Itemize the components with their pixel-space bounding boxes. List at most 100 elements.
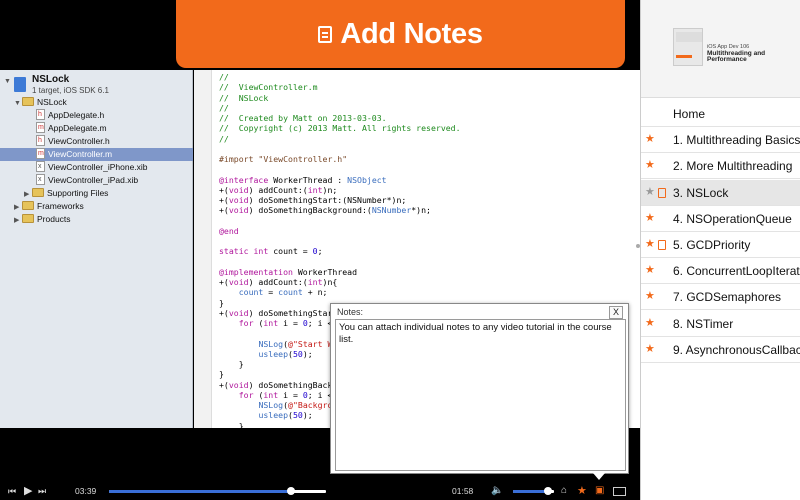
folder-icon	[32, 188, 44, 197]
notes-close-button[interactable]: X	[609, 306, 623, 319]
notes-textarea[interactable]: You can attach individual notes to any v…	[335, 319, 626, 471]
favorite-star-icon[interactable]: ★	[645, 238, 655, 250]
lesson-row[interactable]: ★ 7. GCDSemaphores	[641, 284, 800, 311]
tree-item-label: AppDelegate.h	[48, 110, 105, 120]
tree-file-appdelegate-h[interactable]: AppDelegate.h	[36, 108, 105, 122]
tree-file-iphone-xib[interactable]: ViewController_iPhone.xib	[36, 160, 148, 174]
favorite-star-icon[interactable]: ★	[645, 159, 655, 171]
home-icon[interactable]: ⌂	[561, 482, 567, 500]
project-name: NSLock	[32, 74, 70, 85]
tree-group-supporting-files[interactable]: ▶ Supporting Files	[24, 187, 108, 200]
lesson-label: 5. GCDPriority	[673, 238, 751, 252]
project-icon	[14, 77, 26, 92]
disclosure-triangle-icon[interactable]: ▼	[14, 97, 22, 110]
player-controls: ⏮ ▶ ⏭ 03:39 01:58 🔈 ⌂ ★ ▣	[0, 482, 640, 500]
note-document-icon	[318, 25, 333, 43]
play-icon[interactable]: ▶	[24, 482, 32, 500]
favorite-star-icon[interactable]: ★	[645, 133, 655, 145]
tree-group-frameworks[interactable]: ▶ Frameworks	[14, 200, 84, 213]
lesson-label: 6. ConcurrentLoopIteration	[673, 264, 800, 279]
favorite-star-icon[interactable]: ★	[645, 290, 655, 302]
banner-title: Add Notes	[340, 17, 483, 50]
notes-icon[interactable]: ▣	[595, 482, 604, 500]
tree-file-viewcontroller-h[interactable]: ViewController.h	[36, 134, 110, 148]
fullscreen-icon[interactable]	[613, 487, 626, 496]
tree-item-label: ViewController.m	[48, 149, 113, 159]
lesson-label: 8. NSTimer	[673, 316, 734, 331]
lesson-row[interactable]: Home	[641, 101, 800, 127]
volume-knob[interactable]	[544, 487, 552, 495]
tree-item-label: ViewController_iPhone.xib	[48, 162, 148, 172]
tree-item-label: ViewController_iPad.xib	[48, 175, 139, 185]
notes-label: Notes:	[337, 307, 364, 317]
xib-file-icon	[36, 173, 45, 186]
progress-bar[interactable]	[109, 487, 326, 495]
lesson-row[interactable]: ★ 1. Multithreading Basics	[641, 127, 800, 154]
lesson-label: 1. Multithreading Basics	[673, 133, 800, 148]
editor-gutter	[194, 70, 212, 428]
elapsed-time: 03:39	[75, 486, 97, 496]
course-cover-image	[673, 28, 703, 66]
disclosure-triangle-icon[interactable]: ▼	[4, 78, 12, 85]
lesson-label: Home	[673, 107, 706, 121]
tree-item-label: ViewController.h	[48, 136, 110, 146]
folder-icon	[22, 214, 34, 223]
implementation-file-icon	[36, 147, 45, 160]
tree-item-label: Frameworks	[37, 201, 84, 211]
note-indicator-icon	[658, 187, 666, 198]
volume-slider[interactable]	[513, 487, 554, 495]
lesson-label: 7. GCDSemaphores	[673, 290, 782, 305]
video-player[interactable]: ▼ NSLock 1 target, iOS SDK 6.1 ▼ NSLock A…	[0, 0, 640, 500]
tree-item-label: Supporting Files	[47, 188, 109, 198]
course-name-line2: Performance	[707, 56, 747, 63]
fast-forward-icon[interactable]: ⏭	[38, 482, 46, 500]
tree-group-products[interactable]: ▶ Products	[14, 213, 71, 226]
tree-item-label: Products	[37, 214, 71, 224]
project-navigator: ▼ NSLock 1 target, iOS SDK 6.1 ▼ NSLock A…	[0, 70, 193, 428]
folder-icon	[22, 97, 34, 106]
course-title: iOS App Dev 106 Multithreading and Perfo…	[707, 44, 799, 64]
lesson-row[interactable]: ★ 5. GCDPriority	[641, 232, 800, 258]
course-header: iOS App Dev 106 Multithreading and Perfo…	[641, 0, 800, 98]
progress-fill	[109, 490, 291, 493]
lesson-row[interactable]: ★ 2. More Multithreading	[641, 153, 800, 180]
lesson-row[interactable]: ★ 8. NSTimer	[641, 311, 800, 337]
favorite-star-icon[interactable]: ★	[645, 186, 655, 198]
lesson-row[interactable]: ★ 6. ConcurrentLoopIteration	[641, 258, 800, 285]
favorite-star-icon[interactable]: ★	[645, 317, 655, 329]
tree-file-ipad-xib[interactable]: ViewController_iPad.xib	[36, 173, 139, 187]
tree-item-label: AppDelegate.m	[48, 123, 107, 133]
lesson-label: 9. AsynchronousCallbacks	[673, 342, 800, 357]
notes-popup: Notes: X You can attach individual notes…	[330, 303, 629, 480]
lesson-label: 3. NSLock	[673, 185, 729, 200]
lesson-row[interactable]: ★ 4. NSOperationQueue	[641, 206, 800, 232]
rewind-icon[interactable]: ⏮	[8, 482, 16, 500]
note-indicator-icon	[658, 240, 666, 250]
implementation-file-icon	[36, 121, 45, 134]
favorite-star-icon[interactable]: ★	[645, 264, 655, 276]
favorite-star-icon[interactable]: ★	[645, 212, 655, 224]
project-subtitle: 1 target, iOS SDK 6.1	[32, 86, 109, 95]
remaining-time: 01:58	[452, 486, 474, 496]
feature-banner: Add Notes	[176, 0, 625, 68]
tree-file-viewcontroller-m[interactable]: ViewController.m	[0, 147, 193, 161]
lesson-label: 2. More Multithreading	[673, 159, 793, 174]
volume-fill	[513, 490, 548, 493]
lesson-label: 4. NSOperationQueue	[673, 211, 792, 226]
star-icon[interactable]: ★	[577, 482, 587, 500]
course-panel: iOS App Dev 106 Multithreading and Perfo…	[640, 0, 800, 500]
progress-knob[interactable]	[287, 487, 295, 495]
tree-item-label: NSLock	[37, 97, 67, 107]
lesson-row[interactable]: ★ 9. AsynchronousCallbacks	[641, 337, 800, 363]
xib-file-icon	[36, 160, 45, 173]
header-file-icon	[36, 134, 45, 147]
folder-icon	[22, 201, 34, 210]
header-file-icon	[36, 108, 45, 121]
disclosure-triangle-icon[interactable]: ▶	[14, 214, 22, 227]
popup-pointer	[593, 473, 605, 480]
lesson-row[interactable]: ★ 3. NSLock	[641, 179, 800, 206]
splitter-handle[interactable]	[636, 244, 640, 248]
tree-file-appdelegate-m[interactable]: AppDelegate.m	[36, 121, 107, 135]
volume-icon[interactable]: 🔈	[491, 482, 503, 500]
favorite-star-icon[interactable]: ★	[645, 343, 655, 355]
